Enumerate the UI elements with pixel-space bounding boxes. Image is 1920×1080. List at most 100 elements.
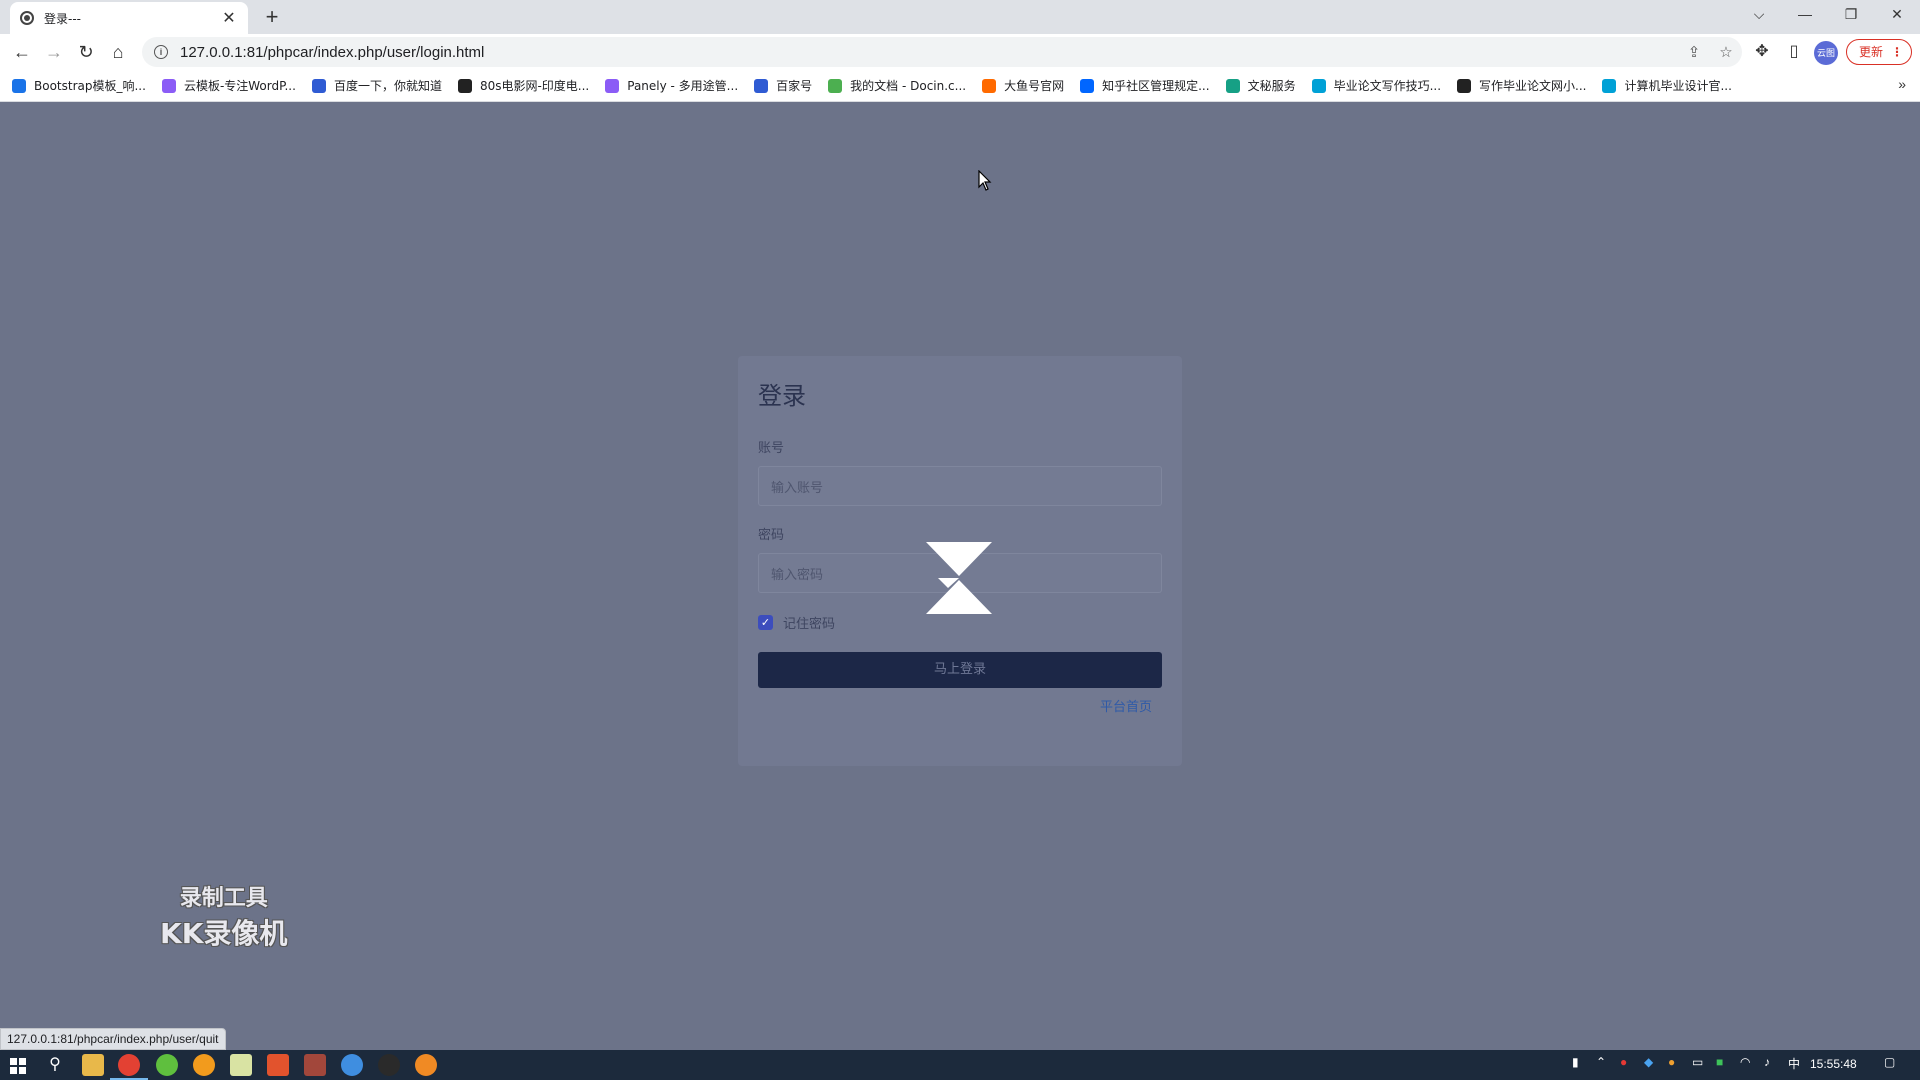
orange-search-app-icon[interactable]: [193, 1054, 215, 1076]
volume-icon[interactable]: ♪: [1764, 1055, 1770, 1069]
bookmark-item[interactable]: 毕业论文写作技巧...: [1311, 77, 1442, 94]
bookmarks-bar: Bootstrap模板_响... 云模板-专注WordP... 百度一下，你就知道 8…: [0, 70, 1920, 102]
info-icon[interactable]: i: [154, 45, 168, 59]
editor-app-icon[interactable]: [304, 1054, 326, 1076]
green-tray-icon[interactable]: ■: [1716, 1055, 1723, 1069]
blue-app-icon[interactable]: [341, 1054, 363, 1076]
profile-avatar[interactable]: 云图: [1814, 41, 1838, 65]
loading-hourglass-icon: [926, 542, 992, 614]
windows-start-icon[interactable]: [10, 1058, 26, 1074]
url-text[interactable]: 127.0.0.1:81/phpcar/index.php/user/login…: [180, 44, 1678, 61]
bookmark-label: Panely - 多用途管...: [627, 79, 739, 93]
home-icon[interactable]: ⌂: [106, 40, 130, 64]
bookmark-favicon-icon: [982, 78, 997, 93]
back-arrow-icon[interactable]: ←: [10, 40, 34, 64]
bookmark-label: 我的文档 - Docin.c...: [850, 79, 967, 93]
bookmark-item[interactable]: 百度一下，你就知道: [311, 77, 442, 94]
bookmark-item[interactable]: 云模板-专注WordP...: [161, 77, 296, 94]
green-app-icon[interactable]: [156, 1054, 178, 1076]
watermark-line1: 录制工具: [179, 886, 268, 911]
login-title: 登录: [758, 382, 806, 410]
wifi-icon[interactable]: ◠: [1740, 1055, 1750, 1069]
password-label: 密码: [758, 528, 785, 543]
bookmark-favicon-icon: [161, 78, 176, 93]
bookmark-favicon-icon: [754, 78, 769, 93]
notification-icon[interactable]: ▢: [1884, 1055, 1895, 1069]
bookmark-star-icon[interactable]: ☆: [1710, 43, 1742, 61]
browser-titlebar: 登录--- ✕ + ⌵ — ❐ ✕: [0, 0, 1920, 34]
update-button[interactable]: 更新 ⋮: [1846, 39, 1912, 65]
recorder-watermark: 录制工具 KK录像机: [160, 880, 287, 952]
chrome-icon[interactable]: [110, 1054, 148, 1080]
extensions-icon[interactable]: ✥: [1750, 41, 1774, 61]
bookmark-favicon-icon: [828, 78, 843, 93]
bookmark-item[interactable]: 文秘服务: [1225, 77, 1296, 94]
page-overlay: 登录 账号 输入账号 密码 输入密码 ✓ 记住密码 马上登录 平台首页 录制工具…: [0, 102, 1920, 1050]
mouse-cursor-icon: [978, 170, 992, 191]
browser-toolbar: ← → ↻ ⌂ i 127.0.0.1:81/phpcar/index.php/…: [0, 34, 1920, 70]
bookmark-label: Bootstrap模板_响...: [34, 79, 146, 93]
bookmark-favicon-icon: [1225, 78, 1240, 93]
bookmark-label: 计算机毕业设计官...: [1624, 79, 1732, 93]
restore-button[interactable]: ❐: [1828, 0, 1874, 30]
shield-tray-icon[interactable]: ◆: [1644, 1055, 1653, 1069]
new-tab-button[interactable]: +: [260, 5, 284, 29]
battery-icon[interactable]: ▮: [1572, 1055, 1579, 1069]
address-bar[interactable]: i 127.0.0.1:81/phpcar/index.php/user/log…: [142, 37, 1742, 67]
account-input[interactable]: 输入账号: [758, 466, 1162, 506]
bookmark-label: 80s电影网-印度电...: [479, 79, 590, 93]
forward-arrow-icon[interactable]: →: [42, 40, 66, 64]
search-icon[interactable]: ⚲: [44, 1054, 66, 1076]
close-tab-icon[interactable]: ✕: [220, 8, 238, 28]
globe-icon: [20, 11, 34, 25]
bookmark-label: 云模板-专注WordP...: [183, 79, 296, 93]
device-tray-icon[interactable]: ▭: [1692, 1055, 1703, 1069]
dark-app-icon[interactable]: [378, 1054, 400, 1076]
bookmark-item[interactable]: Bootstrap模板_响...: [12, 77, 146, 94]
status-url-bar: 127.0.0.1:81/phpcar/index.php/user/quit: [0, 1028, 226, 1050]
red-app-icon[interactable]: [267, 1054, 289, 1076]
notepad-icon[interactable]: [230, 1054, 252, 1076]
bookmark-label: 写作毕业论文网小...: [1479, 79, 1587, 93]
update-label: 更新: [1859, 45, 1884, 59]
security-tray-icon[interactable]: ●: [1620, 1055, 1627, 1069]
close-window-button[interactable]: ✕: [1874, 0, 1920, 30]
bookmark-item[interactable]: 我的文档 - Docin.c...: [828, 77, 966, 94]
bookmark-favicon-icon: [1311, 78, 1326, 93]
bookmark-item[interactable]: Panely - 多用途管...: [605, 77, 738, 94]
login-button[interactable]: 马上登录: [758, 652, 1162, 688]
side-panel-icon[interactable]: ▯: [1782, 41, 1806, 61]
bookmark-label: 毕业论文写作技巧...: [1333, 79, 1442, 93]
bookmark-item[interactable]: 百家号: [754, 77, 812, 94]
watermark-line2: KK录像机: [160, 917, 288, 950]
reload-icon[interactable]: ↻: [74, 40, 98, 64]
file-explorer-icon[interactable]: [82, 1054, 104, 1076]
share-icon[interactable]: ⇪: [1678, 43, 1710, 61]
bookmark-item[interactable]: 计算机毕业设计官...: [1602, 77, 1732, 94]
bookmark-label: 文秘服务: [1247, 79, 1296, 93]
account-label: 账号: [758, 441, 785, 456]
remember-label: 记住密码: [783, 617, 836, 632]
platform-home-link[interactable]: 平台首页: [1100, 696, 1152, 715]
windows-taskbar: ⚲ ▮ ⌃ ● ◆ ● ▭ ■ ◠ ♪ 中 15:55:48 ▢: [0, 1050, 1920, 1080]
more-bookmarks-icon[interactable]: »: [1898, 76, 1906, 92]
bookmark-item[interactable]: 写作毕业论文网小...: [1457, 77, 1586, 94]
browser-tab[interactable]: 登录--- ✕: [10, 2, 248, 34]
bookmark-favicon-icon: [311, 78, 326, 93]
taskbar-clock[interactable]: 15:55:48: [1810, 1057, 1857, 1071]
remember-password[interactable]: ✓ 记住密码: [758, 613, 1162, 632]
bookmark-label: 知乎社区管理规定...: [1102, 79, 1210, 93]
bookmark-item[interactable]: 大鱼号官网: [982, 77, 1064, 94]
bookmark-label: 百度一下，你就知道: [333, 79, 442, 93]
app-tray-icon[interactable]: ●: [1668, 1055, 1675, 1069]
tab-search-icon[interactable]: ⌵: [1736, 0, 1782, 30]
minimize-button[interactable]: —: [1782, 0, 1828, 30]
tray-expand-icon[interactable]: ⌃: [1596, 1055, 1606, 1069]
bookmark-item[interactable]: 80s电影网-印度电...: [457, 77, 590, 94]
bookmark-favicon-icon: [457, 78, 472, 93]
ime-indicator[interactable]: 中: [1788, 1055, 1800, 1072]
bookmark-item[interactable]: 知乎社区管理规定...: [1080, 77, 1210, 94]
recorder-app-icon[interactable]: [415, 1054, 437, 1076]
bookmark-favicon-icon: [605, 78, 620, 93]
remember-checkbox[interactable]: ✓: [758, 615, 773, 630]
